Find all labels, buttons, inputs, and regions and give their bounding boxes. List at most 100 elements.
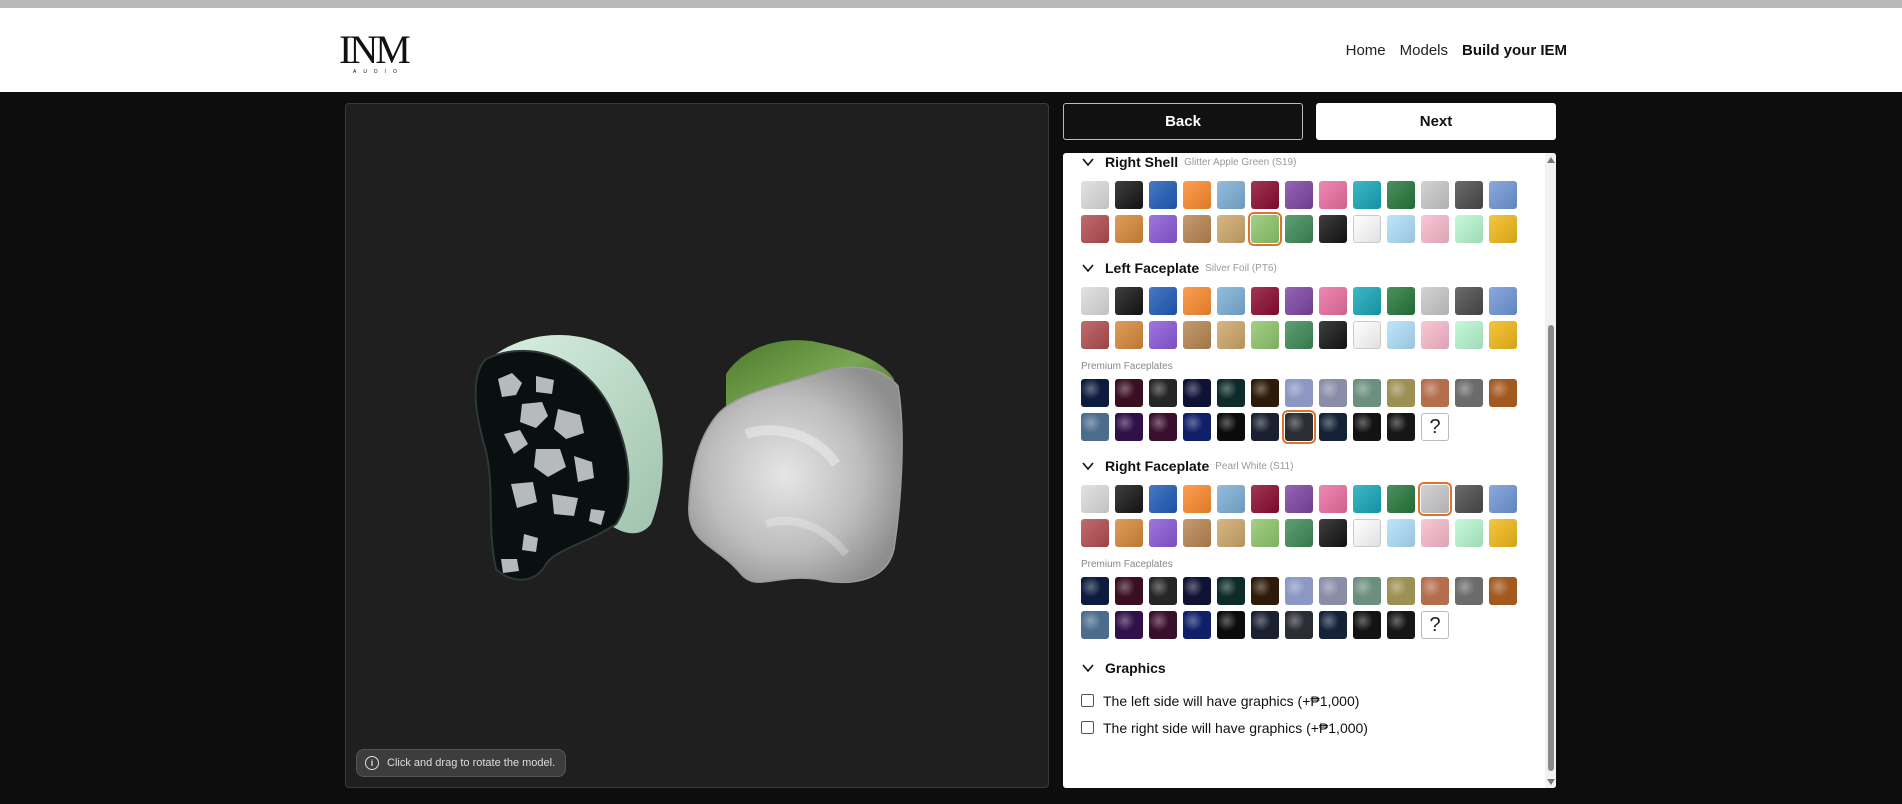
right-premium-swatch[interactable] [1183, 577, 1211, 605]
left-faceplate-swatch[interactable] [1217, 287, 1245, 315]
left-faceplate-swatch[interactable] [1421, 321, 1449, 349]
right-faceplate-swatch[interactable] [1251, 485, 1279, 513]
left-faceplate-swatch[interactable] [1183, 287, 1211, 315]
left-premium-swatch[interactable] [1285, 379, 1313, 407]
left-faceplate-swatch[interactable] [1251, 321, 1279, 349]
left-premium-swatch[interactable] [1421, 379, 1449, 407]
right-shell-swatch[interactable] [1319, 181, 1347, 209]
right-premium-swatch[interactable] [1353, 577, 1381, 605]
left-premium-swatch[interactable] [1183, 413, 1211, 441]
left-premium-swatch[interactable] [1183, 379, 1211, 407]
left-graphics-option[interactable]: The left side will have graphics (+₱1,00… [1081, 687, 1545, 714]
left-premium-swatch[interactable] [1353, 413, 1381, 441]
right-premium-swatch[interactable] [1217, 611, 1245, 639]
right-faceplate-swatch[interactable] [1149, 519, 1177, 547]
left-faceplate-swatch[interactable] [1319, 321, 1347, 349]
left-faceplate-swatch[interactable] [1149, 321, 1177, 349]
right-faceplate-swatch[interactable] [1489, 485, 1517, 513]
left-premium-swatch[interactable] [1149, 413, 1177, 441]
nav-models[interactable]: Models [1400, 42, 1448, 59]
right-faceplate-swatch[interactable] [1183, 485, 1211, 513]
right-premium-swatch[interactable] [1421, 577, 1449, 605]
left-faceplate-swatch[interactable] [1251, 287, 1279, 315]
left-faceplate-swatch[interactable] [1183, 321, 1211, 349]
right-premium-swatch[interactable] [1149, 577, 1177, 605]
right-premium-swatch[interactable] [1149, 611, 1177, 639]
left-faceplate-swatch[interactable] [1285, 321, 1313, 349]
left-premium-swatch[interactable] [1319, 413, 1347, 441]
right-premium-swatch[interactable] [1251, 577, 1279, 605]
left-faceplate-swatch[interactable] [1353, 321, 1381, 349]
left-premium-swatch[interactable] [1081, 413, 1109, 441]
left-premium-swatch[interactable] [1217, 379, 1245, 407]
right-graphics-checkbox[interactable] [1081, 721, 1094, 734]
left-faceplate-swatch[interactable] [1081, 321, 1109, 349]
right-shell-swatch[interactable] [1115, 215, 1143, 243]
right-shell-swatch[interactable] [1248, 212, 1282, 246]
left-faceplate-swatch[interactable] [1455, 321, 1483, 349]
right-shell-swatch[interactable] [1081, 181, 1109, 209]
options-panel[interactable]: Right Shell Glitter Apple Green (S19) Le… [1063, 153, 1556, 788]
right-shell-swatch[interactable] [1455, 181, 1483, 209]
left-premium-swatch[interactable] [1353, 379, 1381, 407]
left-faceplate-swatch[interactable] [1217, 321, 1245, 349]
left-premium-swatch[interactable] [1149, 379, 1177, 407]
right-premium-swatch[interactable] [1387, 577, 1415, 605]
right-faceplate-swatch[interactable] [1081, 519, 1109, 547]
right-shell-swatch[interactable] [1489, 181, 1517, 209]
right-premium-swatch[interactable] [1115, 611, 1143, 639]
left-premium-swatch[interactable] [1115, 413, 1143, 441]
left-faceplate-swatch[interactable] [1115, 287, 1143, 315]
back-button[interactable]: Back [1063, 103, 1303, 140]
right-shell-swatch[interactable] [1455, 215, 1483, 243]
right-shell-swatch[interactable] [1251, 181, 1279, 209]
right-faceplate-swatch[interactable] [1455, 519, 1483, 547]
right-faceplate-swatch[interactable] [1115, 519, 1143, 547]
right-faceplate-swatch[interactable] [1353, 519, 1381, 547]
right-faceplate-swatch[interactable] [1319, 485, 1347, 513]
left-faceplate-header[interactable]: Left Faceplate Silver Foil (PT6) [1081, 257, 1545, 279]
right-shell-swatch[interactable] [1285, 215, 1313, 243]
right-premium-swatch[interactable] [1455, 577, 1483, 605]
left-faceplate-swatch[interactable] [1387, 321, 1415, 349]
right-premium-swatch[interactable] [1353, 611, 1381, 639]
right-premium-swatch[interactable] [1319, 611, 1347, 639]
right-premium-swatch[interactable] [1319, 577, 1347, 605]
scrollbar-thumb[interactable] [1548, 325, 1554, 771]
left-premium-swatch[interactable] [1319, 379, 1347, 407]
right-premium-swatch[interactable] [1217, 577, 1245, 605]
left-premium-custom-swatch[interactable]: ? [1421, 413, 1449, 441]
right-premium-custom-swatch[interactable]: ? [1421, 611, 1449, 639]
right-premium-swatch[interactable] [1183, 611, 1211, 639]
scroll-down-arrow[interactable] [1547, 779, 1555, 785]
right-premium-swatch[interactable] [1387, 611, 1415, 639]
right-faceplate-swatch[interactable] [1251, 519, 1279, 547]
right-shell-swatch[interactable] [1183, 215, 1211, 243]
right-premium-swatch[interactable] [1115, 577, 1143, 605]
right-premium-swatch[interactable] [1489, 577, 1517, 605]
left-faceplate-swatch[interactable] [1115, 321, 1143, 349]
right-faceplate-swatch[interactable] [1353, 485, 1381, 513]
right-premium-swatch[interactable] [1285, 611, 1313, 639]
right-shell-swatch[interactable] [1353, 181, 1381, 209]
right-faceplate-swatch[interactable] [1421, 519, 1449, 547]
left-premium-swatch[interactable] [1455, 379, 1483, 407]
left-premium-swatch[interactable] [1115, 379, 1143, 407]
right-shell-swatch[interactable] [1421, 181, 1449, 209]
left-premium-swatch[interactable] [1251, 413, 1279, 441]
left-faceplate-swatch[interactable] [1285, 287, 1313, 315]
right-shell-swatch[interactable] [1319, 215, 1347, 243]
left-graphics-checkbox[interactable] [1081, 694, 1094, 707]
left-premium-swatch[interactable] [1081, 379, 1109, 407]
right-faceplate-swatch[interactable] [1115, 485, 1143, 513]
left-faceplate-swatch[interactable] [1421, 287, 1449, 315]
right-faceplate-swatch[interactable] [1489, 519, 1517, 547]
brand-logo[interactable]: INM AUDIO [339, 30, 415, 76]
right-shell-swatch[interactable] [1421, 215, 1449, 243]
right-shell-swatch[interactable] [1149, 215, 1177, 243]
left-premium-swatch[interactable] [1282, 410, 1316, 444]
right-premium-swatch[interactable] [1081, 611, 1109, 639]
right-faceplate-swatch[interactable] [1455, 485, 1483, 513]
right-faceplate-swatch[interactable] [1285, 485, 1313, 513]
right-shell-swatch[interactable] [1217, 181, 1245, 209]
